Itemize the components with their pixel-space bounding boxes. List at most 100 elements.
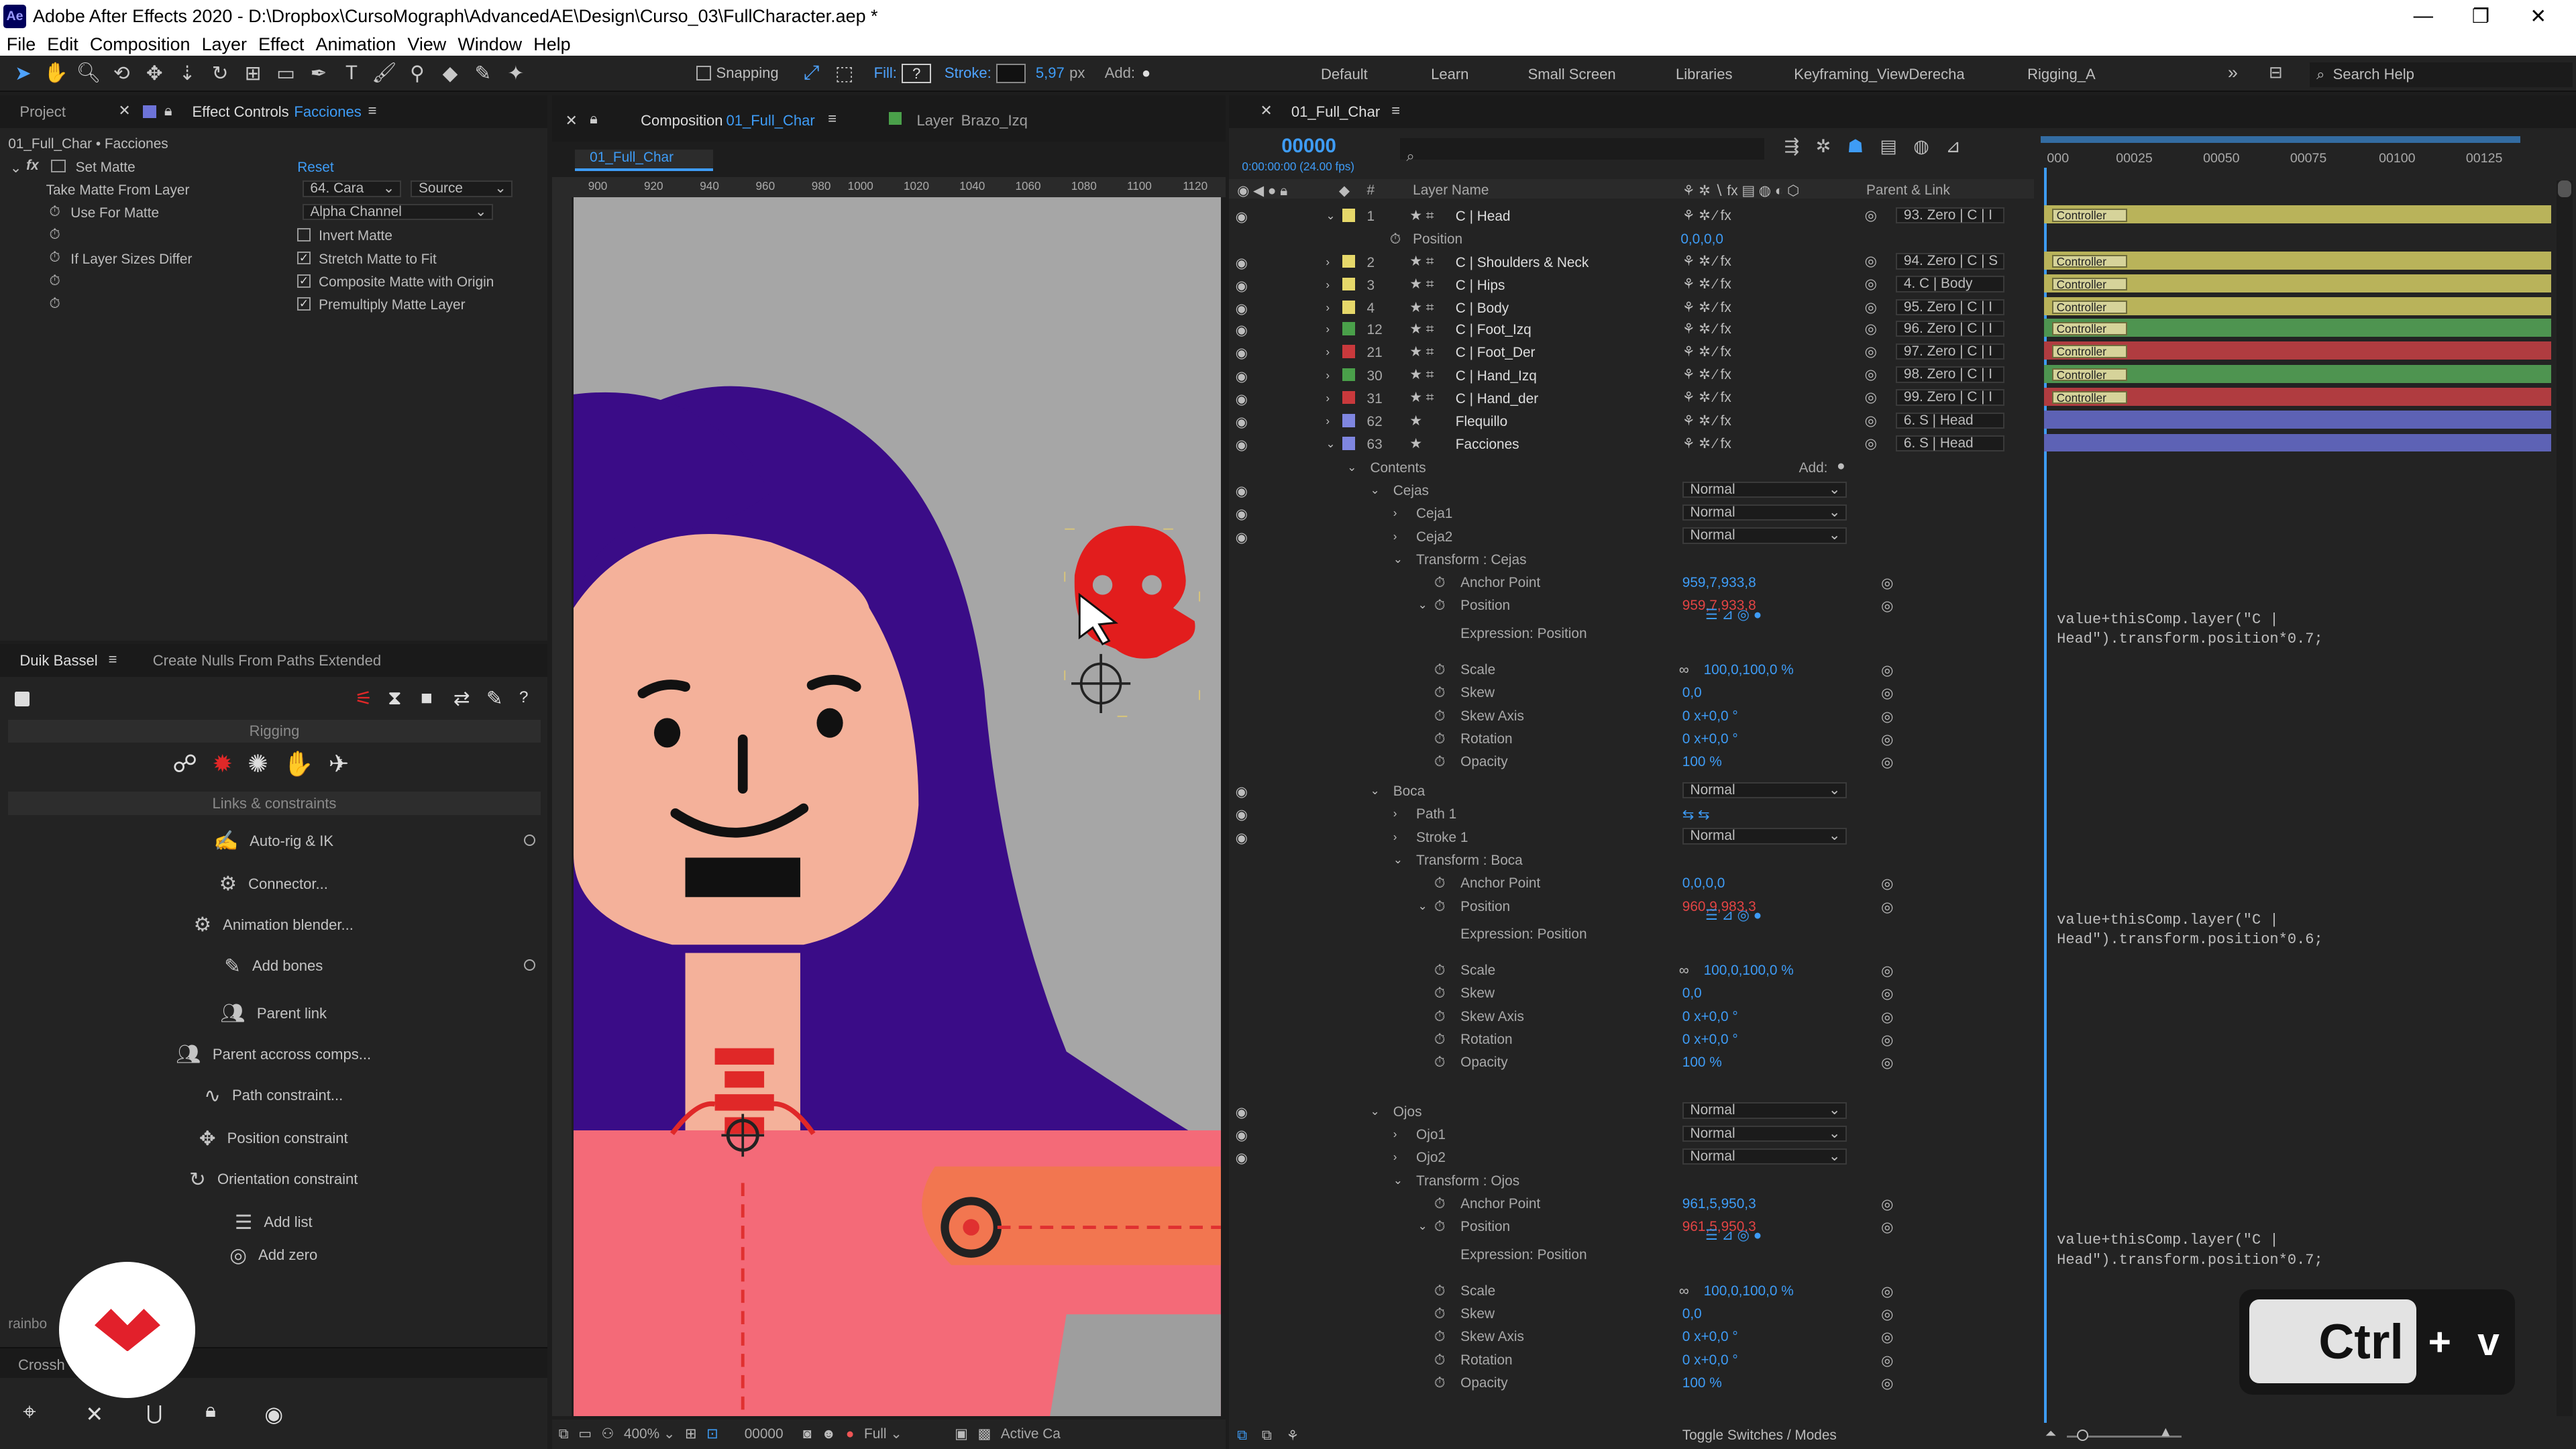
duik-parent-link-button[interactable]: 👥︎ Parent link [0, 1002, 547, 1025]
visibility-eye-icon[interactable]: ◉ [1236, 437, 1248, 453]
expression-controls[interactable]: ☰ ⊿ ◎ ● [1705, 907, 1762, 924]
stopwatch-icon[interactable]: ⏱︎ [49, 204, 60, 220]
parent-dropdown[interactable]: 4. C | Body [1896, 276, 2004, 292]
prop-value-skew[interactable]: 0,0 [1682, 985, 1702, 1002]
expand-layer-icon[interactable]: › [1326, 278, 1330, 292]
stopwatch-icon[interactable]: ⏱︎ [49, 227, 60, 243]
workspace-libraries[interactable]: Libraries [1676, 66, 1733, 83]
workspace-overflow-icon[interactable]: » [2228, 62, 2238, 83]
layer-switches[interactable]: ⚘ ✲ ⁄ fx [1682, 207, 1731, 224]
layer-duration-bar[interactable] [2043, 411, 2552, 429]
parent-dropdown[interactable]: 95. Zero | C | I [1896, 299, 2004, 316]
visibility-eye-icon[interactable]: ◉ [1236, 391, 1248, 408]
pick-whip-icon[interactable]: ◎ [1865, 299, 1877, 316]
rig-settings-icon[interactable]: ✺ [248, 749, 268, 778]
layer-label-color[interactable] [1342, 301, 1356, 314]
stopwatch-icon[interactable]: ⏱︎ [1434, 662, 1445, 678]
prop-value-skew[interactable]: 0,0 [1682, 1306, 1702, 1322]
visibility-eye-icon[interactable]: ◉ [264, 1401, 283, 1427]
stroke-width-value[interactable]: 5,97 [1036, 64, 1065, 82]
stopwatch-icon[interactable]: ⏱︎ [49, 296, 60, 312]
controller-marker[interactable]: Controller [2051, 301, 2128, 314]
layer-switches[interactable]: ⚘ ✲ ⁄ fx [1682, 366, 1731, 383]
prop-value-skew_axis[interactable]: 0 x+0,0 ° [1682, 1009, 1738, 1025]
expand-group-icon[interactable]: ⌄ [1370, 1104, 1379, 1118]
dolly-tool-icon[interactable]: ⇣ [171, 58, 204, 88]
stopwatch-icon[interactable]: ⏱︎ [1434, 1055, 1445, 1071]
stopwatch-icon[interactable]: ⏱︎ [49, 250, 60, 266]
composite-matte-checkbox[interactable]: ✓ [297, 274, 311, 288]
orbit-tool-icon[interactable]: ⟲ [105, 58, 138, 88]
expand-transform-icon[interactable]: ⌄ [1393, 1173, 1403, 1187]
visibility-eye-icon[interactable]: ◉ [1236, 278, 1248, 294]
prop-value-scale[interactable]: 100,0,100,0 % [1704, 662, 1794, 678]
visibility-eye-icon[interactable]: ◉ [1236, 529, 1248, 546]
prop-value-anchor[interactable]: 0,0,0,0 [1682, 875, 1725, 892]
anchor-tool-icon[interactable]: ⊞ [237, 58, 270, 88]
snap-edges-icon[interactable]: ⤢ [795, 58, 828, 88]
duik-auto-rig-button[interactable]: ✍ Auto-rig & IK [0, 830, 547, 853]
expand-transform-icon[interactable]: ⌄ [1393, 552, 1403, 566]
composition-breadcrumb[interactable]: 01_Full_Char [575, 149, 713, 171]
layer-switches[interactable]: ⚘ ✲ ⁄ fx [1682, 276, 1731, 292]
crosshair-icon[interactable]: ⌖ [23, 1399, 36, 1426]
expand-expression-icon[interactable]: ⌄ [1417, 1219, 1427, 1233]
controller-marker[interactable]: Controller [2051, 209, 2128, 222]
transparency-grid-icon[interactable]: ▩ [977, 1426, 991, 1442]
duik-animation-blender-button[interactable]: ⚙ Animation blender... [0, 914, 547, 936]
stopwatch-icon[interactable]: ⏱︎ [1434, 985, 1445, 1002]
stopwatch-icon[interactable]: ⏱︎ [1434, 1196, 1445, 1212]
visibility-eye-icon[interactable]: ◉ [1236, 1127, 1248, 1144]
layer-name[interactable]: Facciones [1456, 437, 1519, 453]
pick-whip-icon[interactable]: ◎ [1865, 435, 1877, 452]
blend-mode-dropdown[interactable]: Normal ⌄ [1682, 782, 1847, 799]
duik-add-list-button[interactable]: ☰ Add list [0, 1211, 547, 1234]
expand-contents-icon[interactable]: ⌄ [1347, 460, 1356, 474]
frame-blending-icon[interactable]: ▤ [1880, 136, 1896, 157]
magnification-dropdown[interactable]: 400% ⌄ [624, 1426, 675, 1442]
parent-dropdown[interactable]: 97. Zero | C | I [1896, 343, 2004, 360]
tab-timeline[interactable]: 01_Full_Char [1291, 103, 1380, 121]
monitor-icon[interactable]: ▭ [578, 1426, 592, 1442]
clone-stamp-tool-icon[interactable]: ⚲ [400, 58, 433, 88]
pick-whip-icon[interactable]: ◎ [1865, 389, 1877, 406]
add-shape-icon[interactable]: ● [1142, 64, 1150, 82]
take-matte-layer-dropdown[interactable]: 64. Cara ⌄ [302, 180, 401, 197]
duik-camera-icon[interactable]: ■ [421, 687, 433, 710]
prop-value-opacity[interactable]: 100 % [1682, 1055, 1722, 1071]
panel-menu-icon[interactable]: ≡ [1391, 102, 1400, 119]
stopwatch-icon[interactable]: ⏱︎ [1434, 1375, 1445, 1391]
prop-value-skew_axis[interactable]: 0 x+0,0 ° [1682, 1329, 1738, 1345]
tab-project[interactable]: Project [19, 103, 66, 121]
pick-whip-icon[interactable]: ◎ [1881, 875, 1893, 892]
pick-whip-icon[interactable]: ◎ [1865, 366, 1877, 383]
delete-icon[interactable]: ✕ [85, 1401, 103, 1427]
parent-dropdown[interactable]: 99. Zero | C | I [1896, 389, 2004, 406]
parent-dropdown[interactable]: 6. S | Head [1896, 412, 2004, 429]
pick-whip-icon[interactable]: ◎ [1881, 1009, 1893, 1026]
effect-reset-link[interactable]: Reset [297, 160, 333, 176]
hand-tool-icon[interactable]: ✋ [40, 58, 72, 88]
layer-name[interactable]: C | Shoulders & Neck [1456, 255, 1589, 271]
duik-wrench-icon[interactable]: ✎ [486, 687, 503, 710]
parent-dropdown[interactable]: 94. Zero | C | S [1896, 253, 2004, 270]
menu-edit[interactable]: Edit [47, 34, 78, 55]
pick-whip-icon[interactable]: ◎ [1865, 207, 1877, 224]
stopwatch-icon[interactable]: ⏱︎ [1434, 875, 1445, 892]
stopwatch-icon[interactable]: ⏱︎ [1434, 708, 1445, 724]
panel-menu-icon[interactable]: ≡ [368, 102, 377, 119]
parent-dropdown[interactable]: 93. Zero | C | I [1896, 207, 2004, 224]
prop-value-anchor[interactable]: 961,5,950,3 [1682, 1196, 1756, 1212]
magnet-icon[interactable]: ⋃ [146, 1401, 162, 1425]
expand-layer-icon[interactable]: › [1326, 345, 1330, 359]
prop-value-rotation[interactable]: 0 x+0,0 ° [1682, 1352, 1738, 1368]
close-tab-icon[interactable]: ✕ [118, 102, 130, 119]
add-content-icon[interactable]: ● [1837, 458, 1845, 474]
expand-child-icon[interactable]: › [1393, 506, 1397, 520]
visibility-eye-icon[interactable]: ◉ [1236, 1150, 1248, 1167]
close-button[interactable]: ✕ [2500, 0, 2576, 33]
blend-mode-dropdown[interactable]: Normal ⌄ [1682, 1148, 1847, 1165]
blend-mode-dropdown[interactable]: Normal ⌄ [1682, 481, 1847, 498]
duik-hourglass-icon[interactable]: ⧗ [388, 687, 402, 710]
zoom-slider-handle[interactable] [2076, 1429, 2088, 1441]
